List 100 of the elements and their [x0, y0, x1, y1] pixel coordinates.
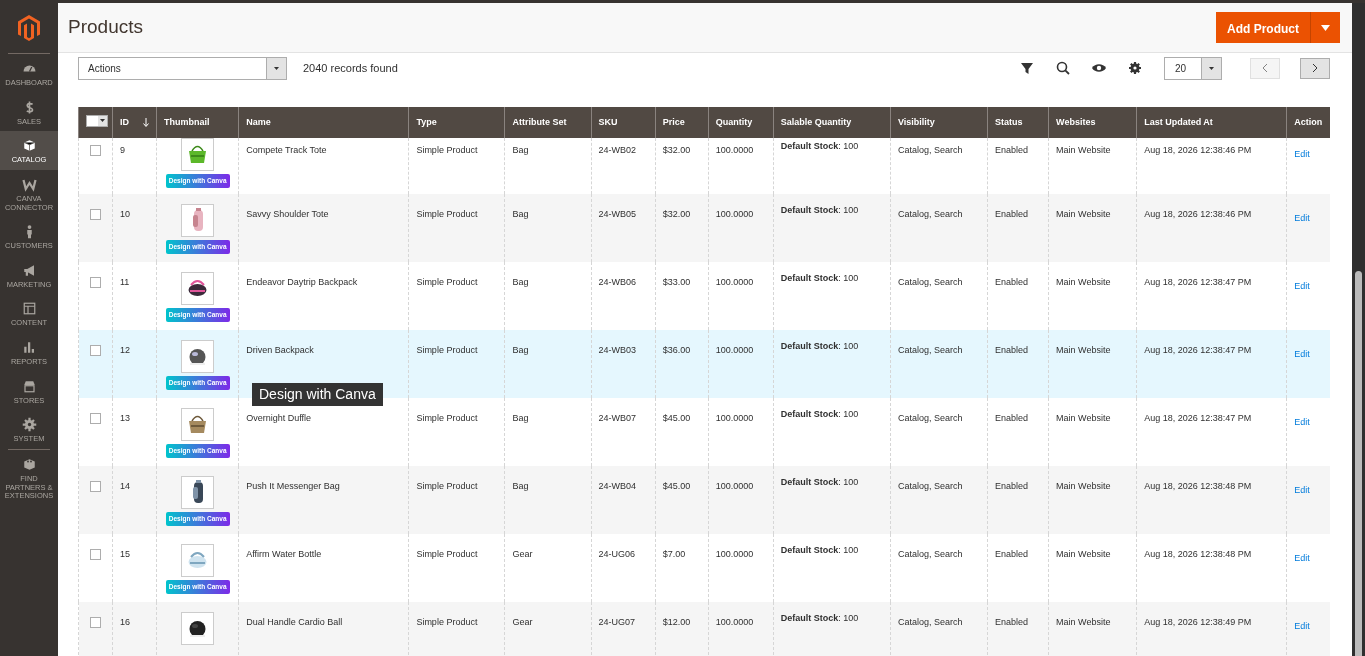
row-checkbox[interactable] [90, 617, 101, 628]
table-cell: Gear [512, 617, 533, 627]
table-cell: Simple Product [416, 145, 478, 155]
page-size-dropdown[interactable]: 20 [1164, 56, 1222, 80]
table-cell: 24-WB02 [598, 145, 637, 155]
column-header[interactable]: Price [655, 107, 709, 138]
row-checkbox[interactable] [90, 481, 101, 492]
filter-icon[interactable] [1020, 61, 1034, 75]
table-cell: 24-WB06 [598, 277, 637, 287]
table-cell: 100.0000 [715, 413, 754, 423]
table-cell: Enabled [995, 617, 1029, 627]
table-cell: 100.0000 [715, 617, 754, 627]
table-cell: Simple Product [416, 277, 478, 287]
row-checkbox[interactable] [90, 345, 101, 356]
select-all-checkbox[interactable] [86, 114, 108, 127]
settings-icon [21, 417, 37, 433]
table-cell: Bag [512, 413, 529, 423]
chevron-icon [1262, 63, 1268, 73]
table-cell: $7.00 [662, 549, 686, 559]
product-name: Overnight Duffle [246, 413, 312, 423]
table-cell: Simple Product [416, 413, 478, 423]
edit-link[interactable]: Edit [1294, 417, 1310, 427]
table-cell: Catalog, Search [897, 277, 963, 287]
edit-link[interactable]: Edit [1294, 621, 1310, 631]
edit-link[interactable]: Edit [1294, 149, 1310, 159]
next-page-button[interactable] [1300, 57, 1330, 79]
column-header[interactable]: Status [987, 107, 1049, 138]
search-icon[interactable] [1056, 61, 1070, 75]
table-cell: Aug 18, 2026 12:38:47 PM [1144, 345, 1252, 355]
row-checkbox[interactable] [90, 277, 101, 288]
table-cell: Enabled [995, 413, 1029, 423]
product-name: Savvy Shoulder Tote [246, 209, 329, 219]
table-cell: 100.0000 [715, 481, 754, 491]
table-cell: Bag [512, 145, 529, 155]
column-header[interactable]: Websites [1048, 107, 1137, 138]
table-cell: $32.00 [662, 145, 691, 155]
column-header[interactable]: ID [120, 116, 130, 127]
tooltip: Design with Canva [252, 383, 383, 406]
caret-icon [1209, 66, 1214, 70]
edit-link[interactable]: Edit [1294, 553, 1310, 563]
table-cell: Simple Product [416, 549, 478, 559]
table-cell: $36.00 [662, 345, 691, 355]
product-name: Affirm Water Bottle [246, 549, 322, 559]
caret-icon [274, 66, 279, 70]
add-product-button[interactable]: Add Product [1216, 12, 1340, 43]
column-header[interactable]: Visibility [890, 107, 988, 138]
table-cell: Simple Product [416, 209, 478, 219]
row-checkbox[interactable] [90, 549, 101, 560]
edit-link[interactable]: Edit [1294, 349, 1310, 359]
table-cell: 9 [120, 145, 126, 155]
logo-icon[interactable] [18, 15, 40, 41]
table-cell: Aug 18, 2026 12:38:47 PM [1144, 277, 1252, 287]
table-cell: Bag [512, 209, 529, 219]
actions-dropdown[interactable]: Actions [78, 56, 287, 80]
table-cell: 24-UG06 [598, 549, 636, 559]
settings-icon[interactable] [1128, 61, 1142, 75]
row-checkbox[interactable] [90, 413, 101, 424]
table-cell: 24-WB04 [598, 481, 637, 491]
table-cell: Catalog, Search [897, 209, 963, 219]
table-cell: $12.00 [662, 617, 691, 627]
column-header[interactable]: Salable Quantity [773, 107, 891, 138]
table-cell: 11 [120, 277, 130, 287]
table-cell: Enabled [995, 209, 1029, 219]
table-cell: Enabled [995, 345, 1029, 355]
table-cell: 14 [120, 481, 131, 491]
table-cell: Gear [512, 549, 533, 559]
blocks-icon [21, 456, 37, 472]
table-cell: Aug 18, 2026 12:38:49 PM [1144, 617, 1252, 627]
column-header[interactable]: Type [408, 107, 505, 138]
table-cell: 16 [120, 617, 131, 627]
edit-link[interactable]: Edit [1294, 485, 1310, 495]
table-cell: Default Stock: 100 [780, 141, 859, 151]
table-cell: Main Website [1056, 277, 1111, 287]
column-header[interactable]: Attribute Set [505, 107, 592, 138]
eye-icon[interactable] [1092, 61, 1106, 75]
column-header[interactable]: Name [238, 107, 409, 138]
table-cell: Main Website [1056, 617, 1111, 627]
table-cell: Enabled [995, 481, 1029, 491]
column-header[interactable]: Action [1286, 107, 1330, 138]
table-cell: 24-WB07 [598, 413, 637, 423]
edit-link[interactable]: Edit [1294, 281, 1310, 291]
row-checkbox[interactable] [90, 209, 101, 220]
row-checkbox[interactable] [90, 145, 101, 156]
table-cell: Default Stock: 100 [780, 545, 859, 555]
column-header[interactable]: Quantity [708, 107, 774, 138]
table-cell: 100.0000 [715, 145, 754, 155]
sort-arrow-icon[interactable] [143, 117, 150, 127]
table-cell: Enabled [995, 549, 1029, 559]
table-cell: Aug 18, 2026 12:38:48 PM [1144, 549, 1252, 559]
column-header[interactable]: SKU [591, 107, 656, 138]
records-count: 2040 records found [303, 60, 398, 76]
table-cell: $32.00 [662, 209, 691, 219]
table-cell: Aug 18, 2026 12:38:48 PM [1144, 481, 1252, 491]
column-header[interactable]: Last Updated At [1136, 107, 1287, 138]
table-cell: Main Website [1056, 413, 1111, 423]
edit-link[interactable]: Edit [1294, 213, 1310, 223]
table-cell: Main Website [1056, 345, 1111, 355]
table-cell: 100.0000 [715, 209, 754, 219]
column-header[interactable]: Thumbnail [156, 107, 239, 138]
table-cell: Catalog, Search [897, 549, 963, 559]
